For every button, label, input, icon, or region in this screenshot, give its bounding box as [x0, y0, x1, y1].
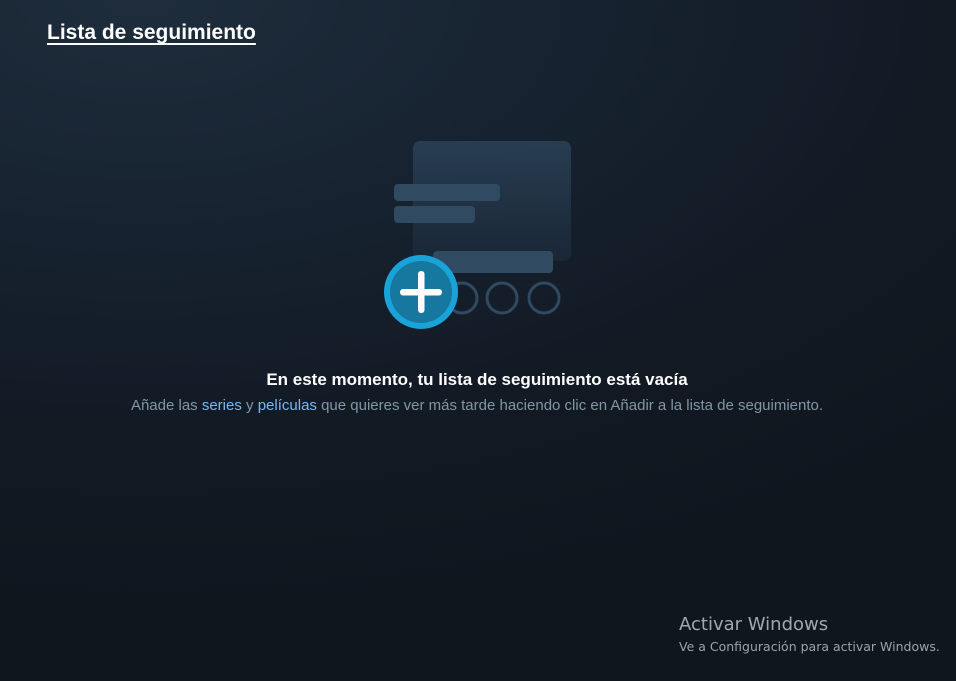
page-title[interactable]: Lista de seguimiento: [47, 21, 256, 45]
empty-state-description: Añade las series y películas que quieres…: [0, 397, 954, 414]
watermark-title: Activar Windows: [679, 614, 829, 635]
watchlist-card-icon: [384, 141, 571, 329]
desc-text-2: y: [241, 397, 258, 414]
watermark-subtitle: Ve a Configuración para activar Windows.: [679, 639, 940, 654]
empty-state-heading: En este momento, tu lista de seguimiento…: [266, 370, 688, 389]
empty-watchlist-illustration: [378, 138, 578, 338]
desc-text-1: Añade las: [130, 397, 202, 414]
add-circle-icon: [384, 255, 458, 329]
windows-activation-watermark: Activar Windows Ve a Configuración para …: [679, 614, 940, 654]
series-link[interactable]: series: [202, 397, 242, 414]
movies-link[interactable]: películas: [258, 397, 317, 414]
desc-text-3: que quieres ver más tarde haciendo clic …: [316, 397, 824, 414]
